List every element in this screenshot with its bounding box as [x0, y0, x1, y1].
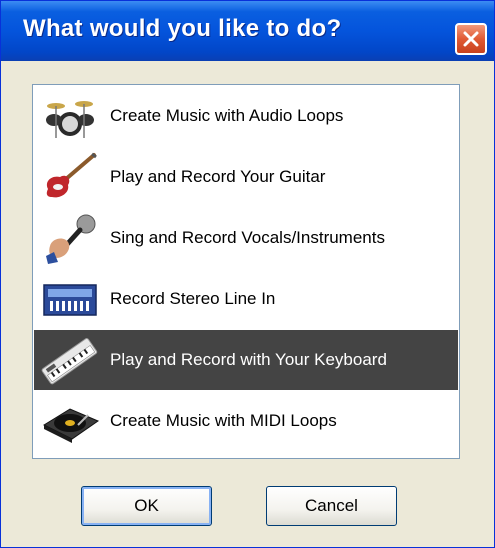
- options-list[interactable]: Create Music with Audio Loops Play and R…: [32, 84, 460, 459]
- electric-guitar-icon: [46, 152, 97, 198]
- option-label: Record Stereo Line In: [110, 289, 276, 308]
- dialog-title: What would you like to do?: [23, 15, 342, 42]
- keyboard-icon: [41, 338, 98, 385]
- cancel-button[interactable]: Cancel: [266, 486, 397, 526]
- option-create-music-audio-loops[interactable]: Create Music with Audio Loops: [34, 86, 458, 146]
- drum-kit-icon: [46, 101, 94, 138]
- option-label: Sing and Record Vocals/Instruments: [110, 228, 385, 247]
- dialog-window: What would you like to do? Create Music …: [0, 0, 495, 548]
- option-label: Create Music with Audio Loops: [110, 106, 344, 125]
- option-record-stereo-line-in[interactable]: Record Stereo Line In: [34, 269, 458, 329]
- option-label: Create Music with MIDI Loops: [110, 411, 337, 430]
- option-label: Play and Record with Your Keyboard: [110, 350, 387, 369]
- ok-button[interactable]: OK: [81, 486, 212, 526]
- option-label: Play and Record Your Guitar: [110, 167, 326, 186]
- option-create-music-midi-loops[interactable]: Create Music with MIDI Loops: [34, 391, 458, 451]
- close-icon: [463, 31, 479, 47]
- option-play-record-guitar[interactable]: Play and Record Your Guitar: [34, 147, 458, 207]
- microphone-icon: [46, 214, 96, 264]
- option-play-record-keyboard[interactable]: Play and Record with Your Keyboard: [34, 330, 458, 390]
- turntable-icon: [42, 408, 100, 443]
- option-sing-record-vocals[interactable]: Sing and Record Vocals/Instruments: [34, 208, 458, 268]
- close-button[interactable]: [455, 23, 487, 55]
- mixer-icon: [43, 284, 97, 316]
- title-bar[interactable]: What would you like to do?: [1, 1, 494, 61]
